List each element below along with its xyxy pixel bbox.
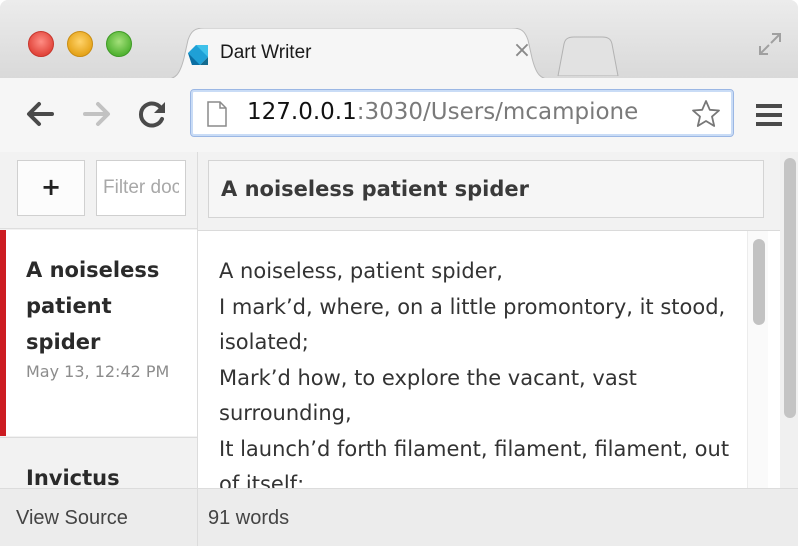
page-icon bbox=[207, 101, 227, 127]
tab-close-icon[interactable]: × bbox=[510, 39, 534, 63]
document-sidebar: + A noiseless patient spider May 13, 12:… bbox=[0, 152, 198, 488]
word-count: 91 words bbox=[208, 507, 290, 529]
hamburger-menu-icon[interactable] bbox=[754, 100, 786, 130]
document-title-input[interactable] bbox=[208, 160, 764, 218]
fullscreen-icon[interactable] bbox=[756, 30, 784, 58]
close-window-button[interactable] bbox=[28, 31, 54, 57]
page-content: + A noiseless patient spider May 13, 12:… bbox=[0, 152, 798, 546]
url-text[interactable]: 127.0.0.1:3030/Users/mcampione bbox=[247, 99, 653, 125]
document-date: May 13, 12:42 PM bbox=[26, 362, 170, 381]
editor-text[interactable]: A noiseless, patient spider, I mark’d, w… bbox=[219, 254, 739, 489]
page-scrollbar-thumb[interactable] bbox=[784, 158, 796, 418]
sidebar-toolbar: + bbox=[0, 152, 197, 229]
filter-docs-input[interactable] bbox=[96, 160, 186, 216]
forward-arrow-icon[interactable] bbox=[79, 96, 115, 132]
active-tab[interactable]: Dart Writer × bbox=[162, 28, 554, 80]
document-list-item[interactable]: A noiseless patient spider May 13, 12:42… bbox=[0, 230, 197, 436]
document-title: Invictus bbox=[26, 466, 120, 488]
add-document-button[interactable]: + bbox=[17, 160, 85, 216]
browser-window: Dart Writer × 127.0.0.1:3030/Users/mcamp… bbox=[0, 0, 798, 546]
document-list-item[interactable]: Invictus bbox=[0, 437, 197, 488]
dart-logo-icon bbox=[188, 45, 208, 65]
new-tab-button[interactable] bbox=[556, 36, 620, 76]
editor-area: A noiseless, patient spider, I mark’d, w… bbox=[198, 152, 798, 489]
tab-title: Dart Writer bbox=[220, 42, 312, 63]
address-bar[interactable]: 127.0.0.1:3030/Users/mcampione bbox=[190, 89, 734, 137]
minimize-window-button[interactable] bbox=[67, 31, 93, 57]
tab-strip: Dart Writer × bbox=[0, 0, 798, 80]
browser-toolbar: 127.0.0.1:3030/Users/mcampione bbox=[0, 78, 798, 153]
status-bar: View Source 91 words bbox=[0, 488, 798, 546]
bookmark-star-icon[interactable] bbox=[691, 99, 721, 129]
view-source-link[interactable]: View Source bbox=[16, 507, 128, 530]
url-host: 127.0.0.1 bbox=[247, 99, 357, 125]
back-arrow-icon[interactable] bbox=[22, 96, 58, 132]
document-title: A noiseless patient spider bbox=[26, 258, 160, 354]
url-path: :3030/Users/mcampione bbox=[356, 99, 639, 125]
status-divider bbox=[197, 489, 198, 546]
editor-scrollbar-thumb[interactable] bbox=[753, 239, 765, 325]
zoom-window-button[interactable] bbox=[106, 31, 132, 57]
editor-body[interactable]: A noiseless, patient spider, I mark’d, w… bbox=[198, 230, 783, 489]
reload-icon[interactable] bbox=[134, 96, 170, 132]
